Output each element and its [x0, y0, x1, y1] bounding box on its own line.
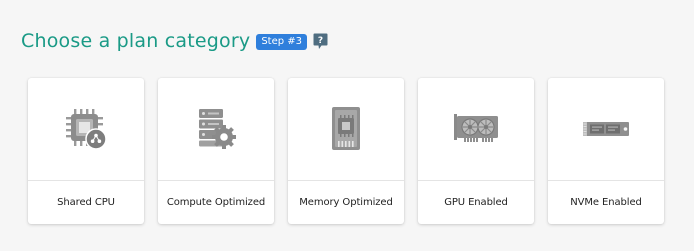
page-title: Choose a plan category: [21, 30, 251, 52]
card-label: GPU Enabled: [444, 197, 508, 208]
gpu-card-icon: [454, 114, 498, 142]
card-icon-area: [288, 78, 404, 180]
section-header: Choose a plan category Step #3 ?: [21, 28, 328, 54]
step-badge: Step #3: [256, 34, 308, 50]
memory-module-icon: [332, 107, 360, 150]
card-icon-area: [158, 78, 274, 180]
compute-server-icon: [199, 109, 236, 149]
card-label: NVMe Enabled: [570, 197, 642, 208]
card-label: Compute Optimized: [166, 197, 266, 208]
svg-text:?: ?: [318, 36, 323, 46]
plan-card-compute-optimized[interactable]: Compute Optimized: [158, 78, 274, 224]
card-icon-area: [548, 78, 664, 180]
plan-category-list: Shared CPU Compute Optimized Memory Opti…: [28, 78, 664, 224]
card-icon-area: [28, 78, 144, 180]
help-icon[interactable]: ?: [313, 33, 328, 50]
card-label: Shared CPU: [57, 197, 115, 208]
plan-card-memory-optimized[interactable]: Memory Optimized: [288, 78, 404, 224]
plan-card-gpu-enabled[interactable]: GPU Enabled: [418, 78, 534, 224]
plan-card-nvme-enabled[interactable]: NVMe Enabled: [548, 78, 664, 224]
card-label: Memory Optimized: [299, 197, 393, 208]
shared-cpu-icon: [66, 109, 107, 150]
plan-card-shared-cpu[interactable]: Shared CPU: [28, 78, 144, 224]
card-icon-area: [418, 78, 534, 180]
nvme-drive-icon: [583, 122, 629, 136]
